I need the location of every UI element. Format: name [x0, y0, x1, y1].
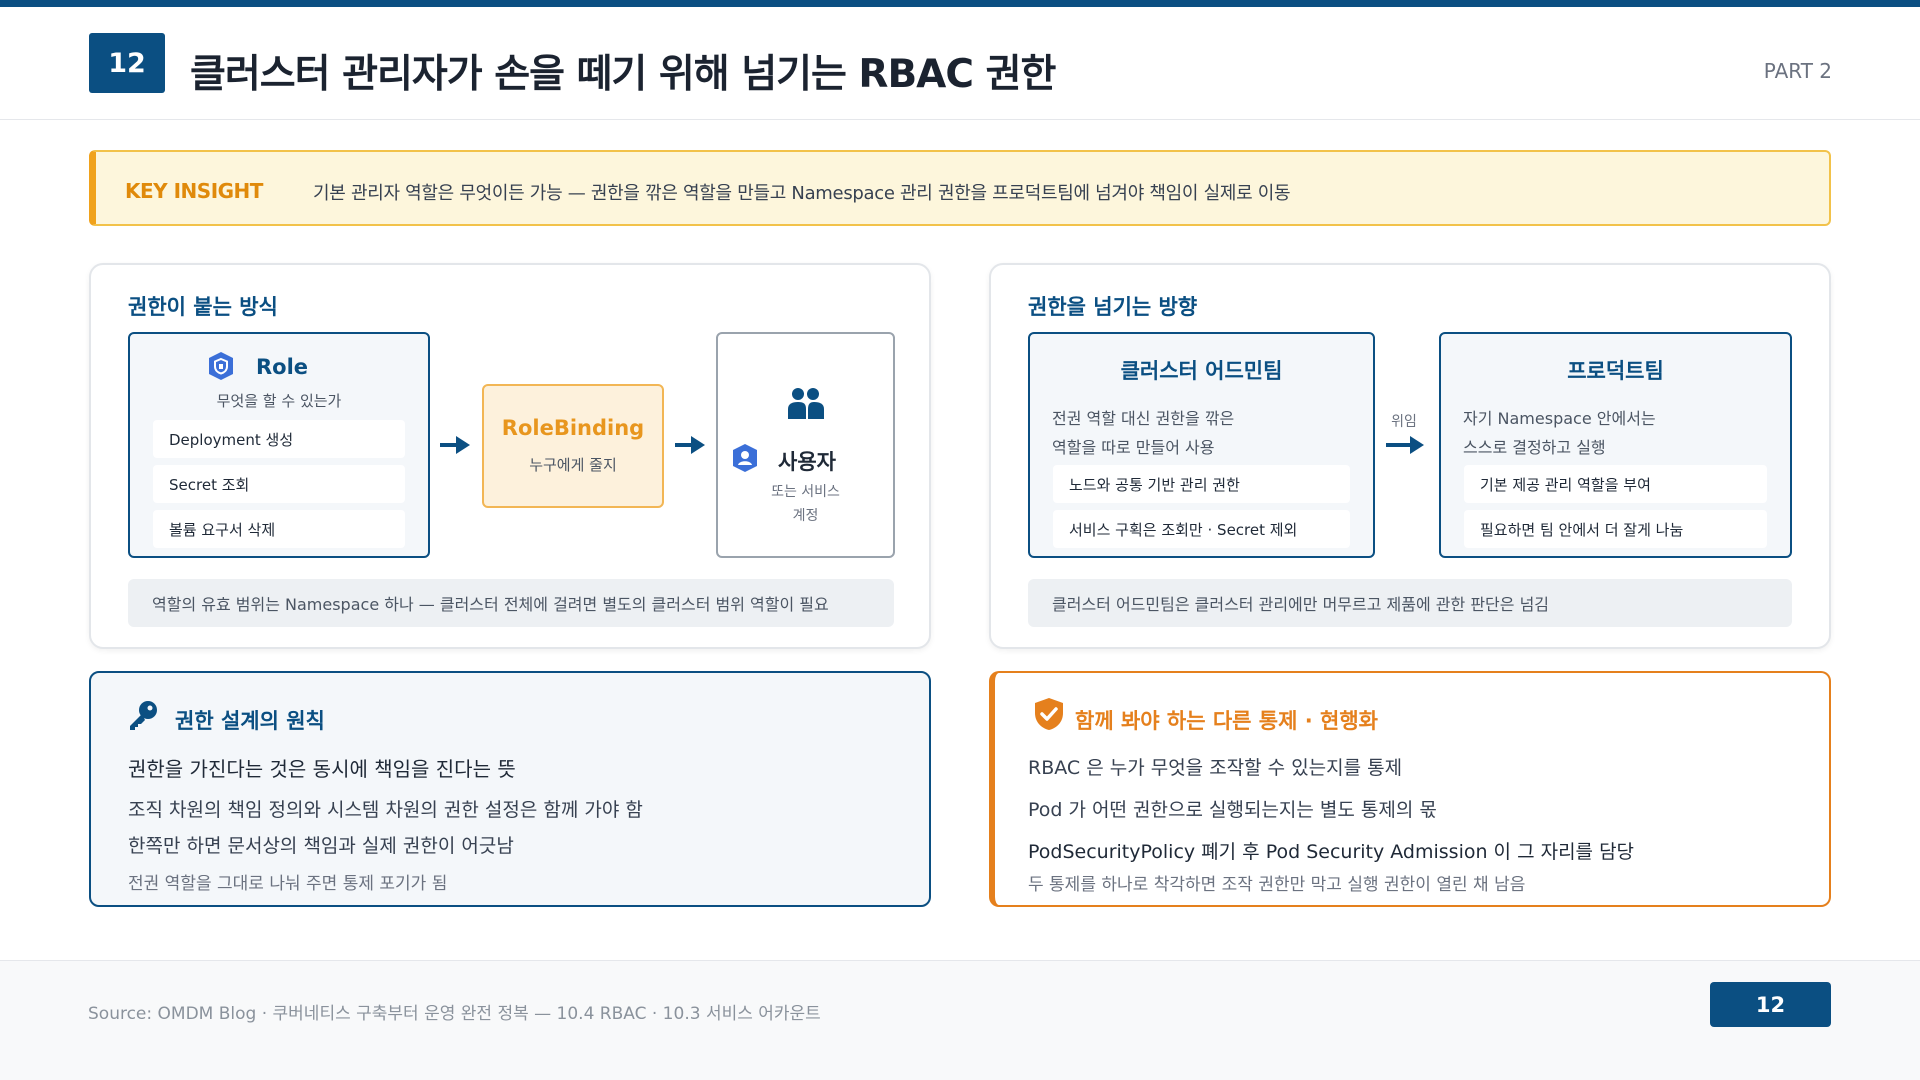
cluster-admin-box: 클러스터 어드민팀 전권 역할 대신 권한을 깎은 역할을 따로 만들어 사용 …: [1028, 332, 1375, 558]
key-insight-text: 기본 관리자 역할은 무엇이든 가능 — 권한을 깎은 역할을 만들고 Name…: [313, 183, 1291, 204]
product-team-title: 프로덕트팀: [1567, 359, 1664, 383]
role-title: Role: [256, 355, 309, 379]
product-team-box: 프로덕트팀 자기 Namespace 안에서는 스스로 결정하고 실행 기본 제…: [1439, 332, 1792, 558]
page-header: 12 클러스터 관리자가 손을 떼기 위해 넘기는 RBAC 권한 PART 2: [0, 7, 1920, 120]
top-accent-bar: [0, 0, 1920, 7]
page-number-badge: 12: [89, 33, 165, 93]
panel-title: 권한을 넘기는 방향: [1028, 295, 1198, 319]
role-subtitle: 무엇을 할 수 있는가: [216, 392, 342, 410]
footer-page-number: 12: [1710, 982, 1831, 1027]
principles-title: 권한 설계의 원칙: [175, 709, 325, 733]
rolebinding-box: RoleBinding 누구에게 줄지: [482, 384, 664, 508]
controls-line: 두 통제를 하나로 착각하면 조작 권한만 막고 실행 권한이 열린 채 남음: [1028, 875, 1526, 895]
product-team-item: 기본 제공 관리 역할을 부여: [1464, 465, 1767, 503]
key-insight-banner: KEY INSIGHT 기본 관리자 역할은 무엇이든 가능 — 권한을 깎은 …: [89, 150, 1831, 226]
controls-title: 함께 봐야 하는 다른 통제 · 현행화: [1075, 709, 1379, 733]
cluster-admin-item: 노드와 공통 기반 관리 권한: [1053, 465, 1350, 503]
role-item-deployment: Deployment 생성: [153, 420, 405, 458]
cluster-admin-title: 클러스터 어드민팀: [1120, 359, 1283, 383]
rolebinding-subtitle: 누구에게 줄지: [529, 456, 617, 474]
rolebinding-title: RoleBinding: [501, 416, 645, 440]
product-team-desc-2: 스스로 결정하고 실행: [1463, 438, 1606, 457]
arrow-right-icon: [1386, 436, 1424, 454]
product-team-item: 필요하면 팀 안에서 더 잘게 나눔: [1464, 510, 1767, 548]
shield-check-icon: [1033, 697, 1065, 731]
principles-line: 조직 차원의 책임 정의와 시스템 차원의 권한 설정은 함께 가야 함: [128, 799, 643, 821]
cluster-admin-desc-2: 역할을 따로 만들어 사용: [1052, 438, 1215, 457]
people-icon: [786, 386, 826, 420]
user-title: 사용자: [778, 450, 836, 474]
user-badge-icon: [730, 443, 760, 473]
role-item-volume: 볼륨 요구서 삭제: [153, 510, 405, 548]
controls-line: Pod 가 어떤 권한으로 실행되는지는 별도 통제의 몫: [1028, 799, 1437, 821]
principles-line: 한쪽만 하면 문서상의 책임과 실제 권한이 어긋남: [128, 835, 514, 857]
user-box: 사용자 또는 서비스 계정: [716, 332, 895, 558]
principles-lead: 권한을 가진다는 것은 동시에 책임을 진다는 뜻: [128, 757, 516, 781]
part-label: PART 2: [1763, 59, 1832, 83]
cluster-admin-item: 서비스 구획은 조회만 · Secret 제외: [1053, 510, 1350, 548]
arrow-right-icon: [675, 436, 705, 454]
user-subtitle-line2: 계정: [792, 508, 819, 524]
user-subtitle-line1: 또는 서비스: [771, 484, 840, 500]
arrow-right-icon: [440, 436, 470, 454]
principles-line: 전권 역할을 그대로 나눠 주면 통제 포기가 됨: [128, 874, 448, 894]
shield-badge-icon: [206, 351, 236, 381]
key-icon: [127, 699, 159, 731]
panel-title: 권한이 붙는 방식: [128, 295, 278, 319]
delegate-label: 위임: [1391, 414, 1417, 430]
product-team-desc-1: 자기 Namespace 안에서는: [1463, 409, 1656, 428]
page-title: 클러스터 관리자가 손을 떼기 위해 넘기는 RBAC 권한: [190, 52, 1056, 97]
role-box: Role 무엇을 할 수 있는가 Deployment 생성 Secret 조회…: [128, 332, 430, 558]
cluster-admin-desc-1: 전권 역할 대신 권한을 깎은: [1052, 409, 1235, 428]
source-citation: Source: OMDM Blog · 쿠버네티스 구축부터 운영 완전 정복 …: [88, 1004, 821, 1024]
controls-line: RBAC 은 누가 무엇을 조작할 수 있는지를 통제: [1028, 757, 1403, 779]
controls-line: PodSecurityPolicy 폐기 후 Pod Security Admi…: [1028, 841, 1635, 863]
principles-panel: 권한 설계의 원칙 권한을 가진다는 것은 동시에 책임을 진다는 뜻 조직 차…: [89, 671, 931, 907]
delegation-note: 클러스터 어드민팀은 클러스터 관리에만 머무르고 제품에 관한 판단은 넘김: [1028, 579, 1792, 627]
key-insight-tag: KEY INSIGHT: [125, 179, 263, 203]
scope-note: 역할의 유효 범위는 Namespace 하나 — 클러스터 전체에 걸려면 별…: [128, 579, 894, 627]
role-item-secret: Secret 조회: [153, 465, 405, 503]
controls-panel: 함께 봐야 하는 다른 통제 · 현행화 RBAC 은 누가 무엇을 조작할 수…: [989, 671, 1831, 907]
